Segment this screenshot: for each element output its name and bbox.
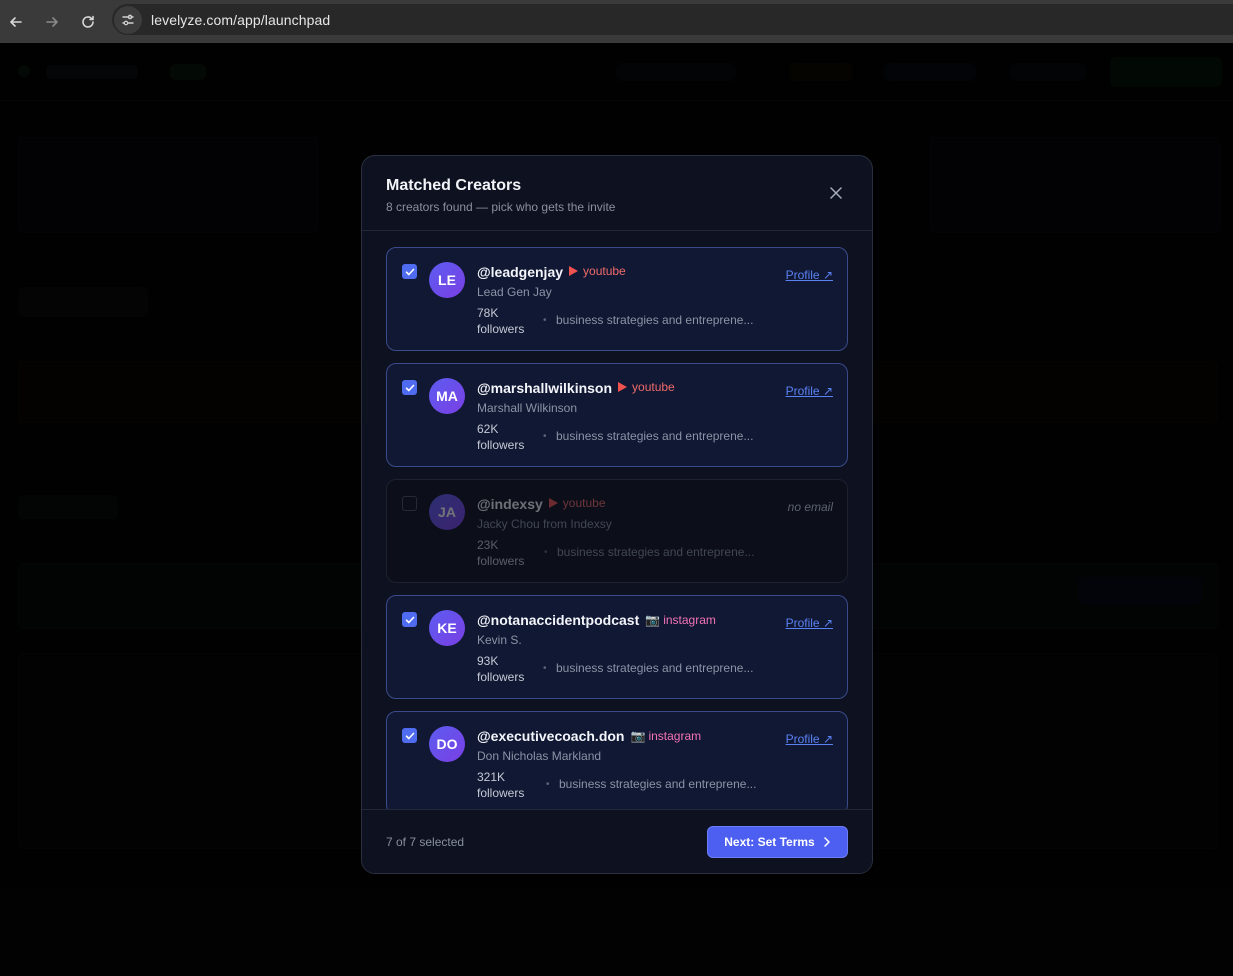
follower-count: 93K followers (477, 653, 524, 685)
profile-link[interactable]: Profile ↗ (786, 616, 833, 630)
next-set-terms-button[interactable]: Next: Set Terms (707, 826, 848, 858)
followers-label: followers (477, 786, 525, 800)
next-button-label: Next: Set Terms (724, 835, 815, 849)
creator-name: Don Nicholas Markland (477, 749, 602, 763)
no-email-label: no email (787, 500, 833, 514)
creator-card[interactable]: MA @marshallwilkinson youtube Marshall Wi… (386, 363, 848, 467)
follower-count: 23K followers (477, 537, 524, 569)
creator-card[interactable]: DO @executivecoach.don 📷 instagram Don Nic… (386, 711, 848, 809)
platform-label: youtube (632, 380, 675, 394)
creator-name: Kevin S. (477, 633, 522, 647)
creator-niche: business strategies and entreprene... (556, 313, 754, 327)
followers-number: 23K (477, 538, 499, 552)
handle-text: @indexsy (477, 496, 543, 512)
platform-badge: 📷 instagram (645, 613, 716, 627)
platform-badge: 📷 instagram (630, 729, 701, 743)
check-icon (405, 616, 414, 623)
avatar: KE (429, 610, 465, 646)
handle-text: @marshallwilkinson (477, 380, 613, 396)
followers-label: followers (477, 554, 525, 568)
camera-icon: 📷 (630, 729, 646, 743)
youtube-play-icon (548, 498, 558, 508)
creator-card[interactable]: KE @notanaccidentpodcast 📷 instagram Kevin… (386, 595, 848, 699)
avatar: LE (429, 262, 465, 298)
select-checkbox[interactable] (402, 496, 417, 511)
modal-footer: 7 of 7 selected Next: Set Terms (362, 809, 872, 873)
creator-handle: @indexsy youtube (477, 496, 606, 512)
follower-count: 321K followers (477, 769, 524, 801)
camera-icon: 📷 (645, 613, 661, 627)
selected-count: 7 of 7 selected (386, 835, 465, 849)
platform-badge: youtube (569, 264, 626, 278)
creator-niche: business strategies and entreprene... (557, 545, 755, 559)
creator-niche: business strategies and entreprene... (556, 661, 754, 675)
profile-link[interactable]: Profile ↗ (786, 384, 833, 398)
creator-handle: @executivecoach.don 📷 instagram (477, 728, 701, 744)
modal-header: Matched Creators 8 creators found — pick… (362, 156, 872, 231)
platform-label: instagram (648, 729, 702, 743)
followers-number: 93K (477, 654, 499, 668)
modal-subtitle: 8 creators found — pick who gets the inv… (386, 200, 616, 214)
modal-title: Matched Creators (386, 177, 522, 194)
follower-count: 62K followers (477, 421, 524, 453)
select-checkbox[interactable] (402, 612, 417, 627)
browser-toolbar: levelyze.com/app/launchpad (0, 0, 1233, 43)
separator-dot: • (543, 431, 547, 442)
youtube-play-icon (618, 382, 628, 392)
followers-label: followers (477, 438, 525, 452)
avatar: JA (429, 494, 465, 530)
creator-handle: @notanaccidentpodcast 📷 instagram (477, 612, 716, 628)
separator-dot: • (543, 663, 547, 674)
profile-link[interactable]: Profile ↗ (786, 732, 833, 746)
creator-card[interactable]: LE @leadgenjay youtube Lead Gen Jay 78K fo… (386, 247, 848, 351)
avatar: DO (429, 726, 465, 762)
matched-creators-modal: Matched Creators 8 creators found — pick… (361, 155, 873, 874)
chevron-right-icon (823, 835, 831, 850)
close-icon[interactable] (828, 185, 844, 201)
platform-label: youtube (583, 264, 626, 278)
select-checkbox[interactable] (402, 380, 417, 395)
creator-name: Jacky Chou from Indexsy (477, 517, 612, 531)
select-checkbox[interactable] (402, 728, 417, 743)
followers-label: followers (477, 670, 525, 684)
handle-text: @executivecoach.don (477, 728, 625, 744)
platform-badge: youtube (548, 496, 606, 510)
creator-handle: @marshallwilkinson youtube (477, 380, 675, 396)
handle-text: @notanaccidentpodcast (477, 612, 640, 628)
creator-card[interactable]: JA @indexsy youtube Jacky Chou from Index… (386, 479, 848, 583)
separator-dot: • (543, 315, 547, 326)
separator-dot: • (546, 779, 550, 790)
followers-number: 78K (477, 306, 499, 320)
platform-label: youtube (562, 496, 606, 510)
handle-text: @leadgenjay (477, 264, 564, 280)
creator-list[interactable]: LE @leadgenjay youtube Lead Gen Jay 78K fo… (362, 232, 872, 809)
check-icon (405, 268, 414, 275)
youtube-play-icon (569, 266, 579, 276)
creator-name: Lead Gen Jay (477, 285, 552, 299)
avatar: MA (429, 378, 465, 414)
check-icon (405, 732, 414, 739)
creator-name: Marshall Wilkinson (477, 401, 578, 415)
followers-number: 321K (477, 770, 506, 784)
platform-label: instagram (663, 613, 716, 627)
creator-niche: business strategies and entreprene... (556, 429, 754, 443)
address-bar[interactable]: levelyze.com/app/launchpad (112, 4, 1233, 35)
platform-badge: youtube (618, 380, 675, 394)
site-settings-icon[interactable] (114, 5, 142, 34)
reload-icon[interactable] (79, 13, 97, 31)
follower-count: 78K followers (477, 305, 524, 337)
creator-handle: @leadgenjay youtube (477, 264, 626, 280)
check-icon (405, 384, 414, 391)
followers-label: followers (477, 322, 525, 336)
url-text[interactable]: levelyze.com/app/launchpad (151, 12, 330, 28)
arrow-right-icon[interactable] (43, 13, 61, 31)
separator-dot: • (544, 547, 548, 558)
creator-niche: business strategies and entreprene... (559, 777, 757, 791)
followers-number: 62K (477, 422, 499, 436)
arrow-left-icon[interactable] (7, 13, 25, 31)
profile-link[interactable]: Profile ↗ (786, 268, 833, 282)
select-checkbox[interactable] (402, 264, 417, 279)
